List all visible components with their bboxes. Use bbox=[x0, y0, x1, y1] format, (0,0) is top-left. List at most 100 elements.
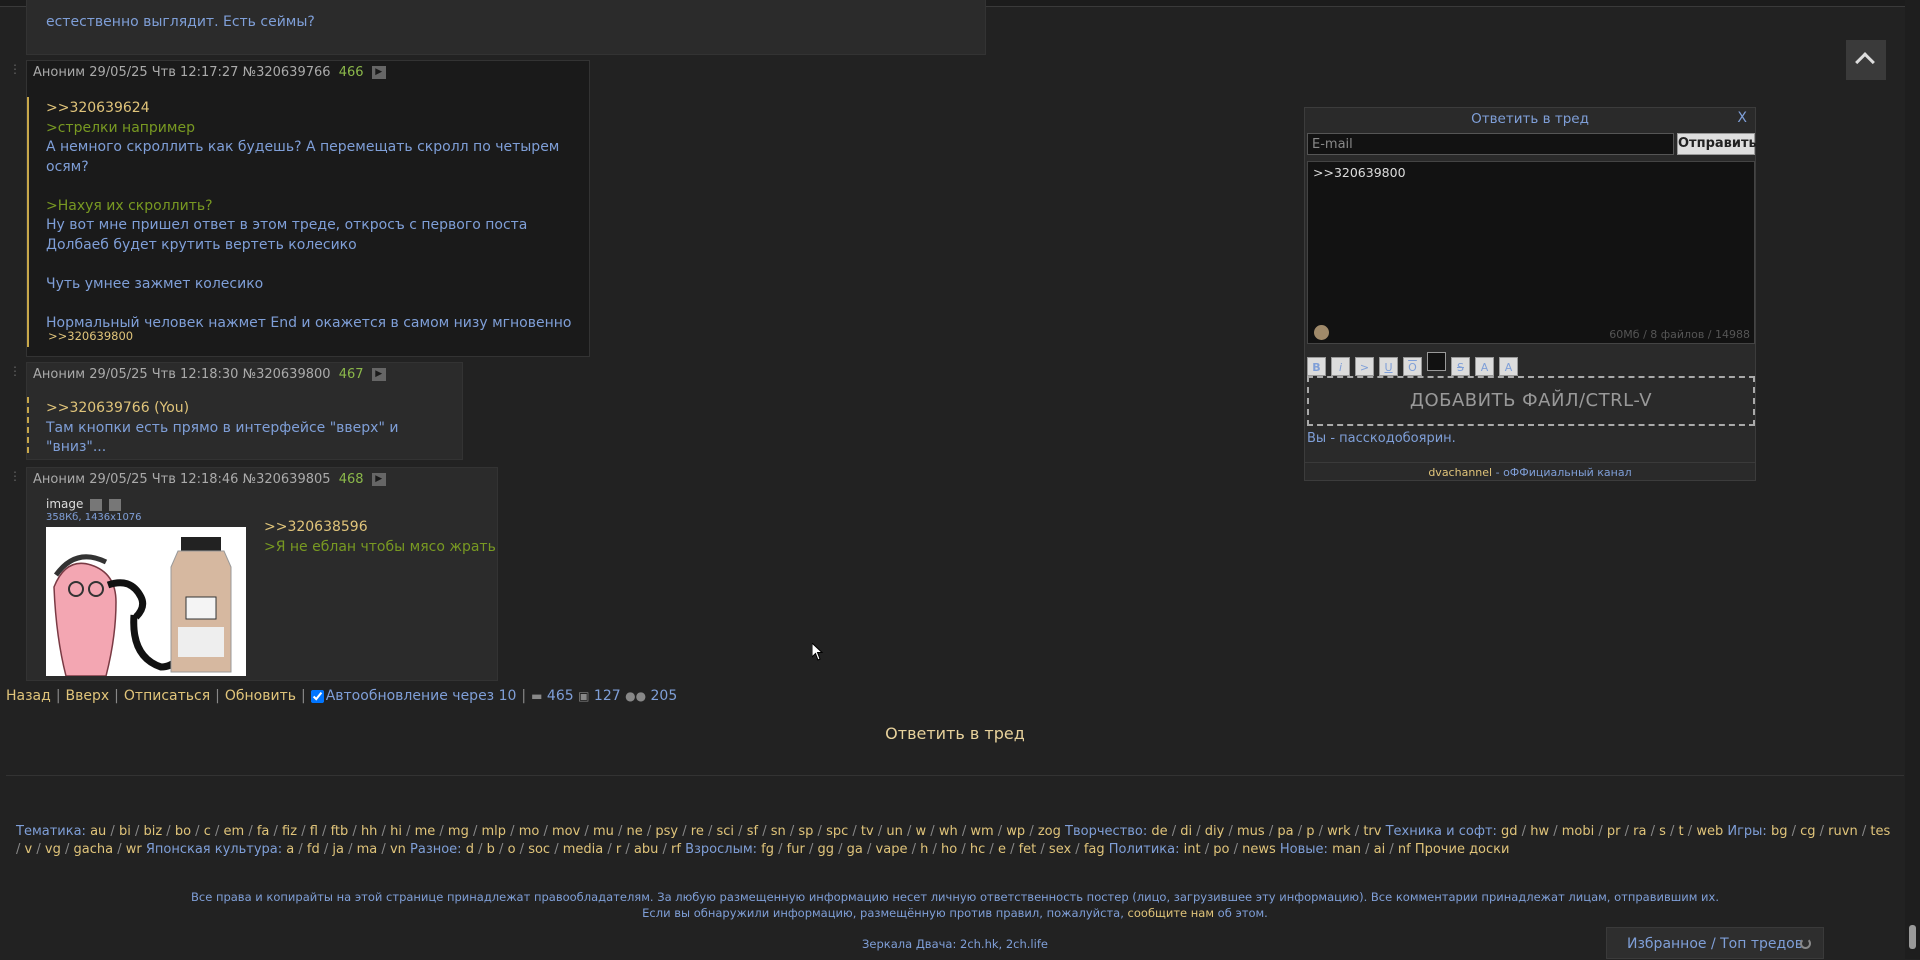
board-link[interactable]: bo bbox=[175, 824, 191, 839]
board-link[interactable]: hw bbox=[1530, 824, 1549, 839]
board-link[interactable]: ja bbox=[332, 842, 344, 857]
board-link[interactable]: mobi bbox=[1562, 824, 1594, 839]
add-file-dropzone[interactable]: ДОБАВИТЬ ФАЙЛ/CTRL-V bbox=[1307, 376, 1755, 426]
board-link[interactable]: ruvn bbox=[1828, 824, 1858, 839]
board-link[interactable]: ai bbox=[1374, 842, 1386, 857]
board-link[interactable]: wrk bbox=[1327, 824, 1351, 839]
subscript-button[interactable]: A bbox=[1499, 357, 1518, 376]
board-link[interactable]: mov bbox=[552, 824, 580, 839]
board-link[interactable]: ma bbox=[357, 842, 378, 857]
board-link[interactable]: wh bbox=[939, 824, 958, 839]
board-link[interactable]: vn bbox=[390, 842, 406, 857]
reply-in-thread-link[interactable]: Ответить в тред bbox=[0, 724, 1910, 743]
search-icon[interactable] bbox=[90, 498, 103, 511]
send-button[interactable]: Отправить bbox=[1677, 133, 1757, 155]
board-link[interactable]: hc bbox=[970, 842, 985, 857]
board-link[interactable]: gacha bbox=[73, 842, 113, 857]
board-link[interactable]: b bbox=[487, 842, 495, 857]
board-link[interactable]: news bbox=[1242, 842, 1276, 857]
underline-button[interactable]: U bbox=[1379, 357, 1398, 376]
close-icon[interactable]: X bbox=[1737, 110, 1747, 126]
board-link[interactable]: d bbox=[466, 842, 474, 857]
board-link[interactable]: mo bbox=[519, 824, 540, 839]
board-link[interactable]: trv bbox=[1363, 824, 1381, 839]
back-link[interactable]: Назад bbox=[6, 688, 51, 704]
refresh-icon[interactable] bbox=[1800, 938, 1811, 949]
italic-button[interactable]: i bbox=[1331, 357, 1350, 376]
play-icon[interactable]: ▶ bbox=[371, 473, 386, 486]
board-link[interactable]: fag bbox=[1084, 842, 1105, 857]
strike-button[interactable]: S bbox=[1451, 357, 1470, 376]
board-link[interactable]: int bbox=[1184, 842, 1201, 857]
overline-button[interactable]: O bbox=[1403, 357, 1422, 376]
other-boards-link[interactable]: Прочие доски bbox=[1415, 842, 1510, 857]
post-id[interactable]: №320639800 bbox=[243, 367, 331, 382]
refresh-link[interactable]: Обновить bbox=[225, 688, 296, 704]
reply-link[interactable]: >>320639800 bbox=[48, 329, 133, 343]
board-link[interactable]: sex bbox=[1049, 842, 1071, 857]
board-link[interactable]: au bbox=[90, 824, 106, 839]
post-menu-dots[interactable]: ⋮ bbox=[9, 62, 22, 76]
board-link[interactable]: bi bbox=[119, 824, 131, 839]
board-link[interactable]: nf bbox=[1398, 842, 1411, 857]
board-link[interactable]: sn bbox=[771, 824, 786, 839]
board-link[interactable]: s bbox=[1659, 824, 1666, 839]
board-link[interactable]: soc bbox=[528, 842, 550, 857]
autoupdate-checkbox[interactable] bbox=[310, 689, 324, 703]
board-link[interactable]: di bbox=[1180, 824, 1192, 839]
board-link[interactable]: zog bbox=[1038, 824, 1061, 839]
board-link[interactable]: sp bbox=[798, 824, 813, 839]
board-link[interactable]: po bbox=[1213, 842, 1229, 857]
post-line[interactable]: >>320639624 bbox=[46, 99, 589, 119]
board-link[interactable]: ho bbox=[941, 842, 957, 857]
board-link[interactable]: fiz bbox=[282, 824, 297, 839]
board-link[interactable]: man bbox=[1332, 842, 1361, 857]
board-link[interactable]: mg bbox=[448, 824, 469, 839]
download-icon[interactable] bbox=[109, 498, 122, 511]
board-link[interactable]: mu bbox=[593, 824, 614, 839]
board-link[interactable]: fa bbox=[257, 824, 270, 839]
comment-textarea[interactable]: >>320639800 60Мб / 8 файлов / 14988 bbox=[1307, 161, 1755, 344]
board-link[interactable]: w bbox=[916, 824, 927, 839]
quote-button[interactable]: > bbox=[1355, 357, 1374, 376]
up-link[interactable]: Вверх bbox=[66, 688, 110, 704]
board-link[interactable]: fd bbox=[307, 842, 320, 857]
board-link[interactable]: e bbox=[998, 842, 1006, 857]
passcode-status[interactable]: Вы - пасскодобоярин. bbox=[1307, 431, 1456, 446]
board-link[interactable]: c bbox=[204, 824, 211, 839]
scroll-top-button[interactable] bbox=[1846, 40, 1886, 80]
post-id[interactable]: №320639805 bbox=[243, 472, 331, 487]
board-link[interactable]: fg bbox=[761, 842, 774, 857]
official-channel-link[interactable]: оФФициальный канал bbox=[1503, 466, 1632, 479]
board-link[interactable]: pa bbox=[1277, 824, 1293, 839]
board-link[interactable]: vape bbox=[876, 842, 908, 857]
board-link[interactable]: hh bbox=[361, 824, 377, 839]
board-link[interactable]: gd bbox=[1501, 824, 1518, 839]
board-link[interactable]: gg bbox=[818, 842, 835, 857]
board-link[interactable]: re bbox=[691, 824, 704, 839]
board-link[interactable]: cg bbox=[1800, 824, 1815, 839]
board-link[interactable]: tv bbox=[861, 824, 874, 839]
bold-button[interactable]: B bbox=[1307, 357, 1326, 376]
board-link[interactable]: fet bbox=[1019, 842, 1037, 857]
board-link[interactable]: media bbox=[563, 842, 604, 857]
image-thumbnail[interactable] bbox=[46, 527, 246, 676]
image-filename-text[interactable]: image bbox=[46, 497, 83, 511]
unsubscribe-link[interactable]: Отписаться bbox=[124, 688, 210, 704]
superscript-button[interactable]: A bbox=[1475, 357, 1494, 376]
report-link[interactable]: сообщите нам bbox=[1128, 906, 1214, 920]
board-link[interactable]: ra bbox=[1633, 824, 1646, 839]
board-link[interactable]: o bbox=[508, 842, 516, 857]
board-link[interactable]: de bbox=[1151, 824, 1167, 839]
board-link[interactable]: sci bbox=[717, 824, 735, 839]
board-link[interactable]: p bbox=[1306, 824, 1314, 839]
board-link[interactable]: fl bbox=[310, 824, 318, 839]
board-link[interactable]: fur bbox=[787, 842, 805, 857]
board-link[interactable]: un bbox=[886, 824, 902, 839]
post-menu-dots[interactable]: ⋮ bbox=[9, 364, 22, 378]
board-link[interactable]: vg bbox=[45, 842, 61, 857]
board-link[interactable]: bg bbox=[1771, 824, 1788, 839]
board-link[interactable]: ftb bbox=[331, 824, 349, 839]
board-link[interactable]: tes bbox=[1870, 824, 1890, 839]
board-link[interactable]: ga bbox=[847, 842, 863, 857]
